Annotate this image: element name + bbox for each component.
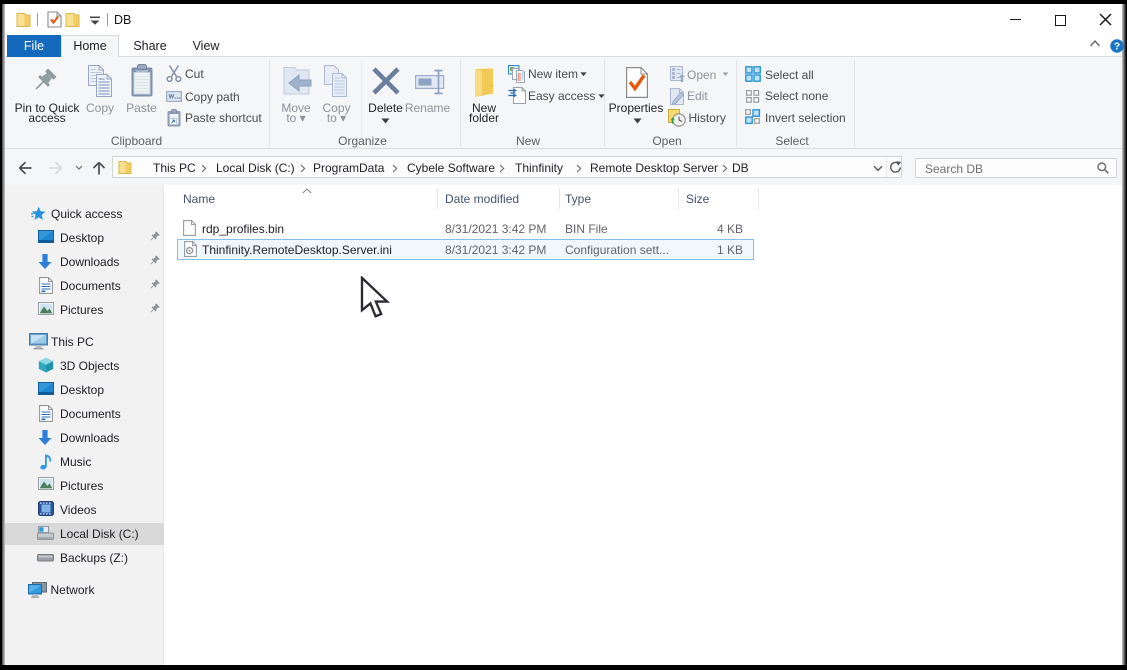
svg-text:?: ?	[1114, 41, 1120, 53]
